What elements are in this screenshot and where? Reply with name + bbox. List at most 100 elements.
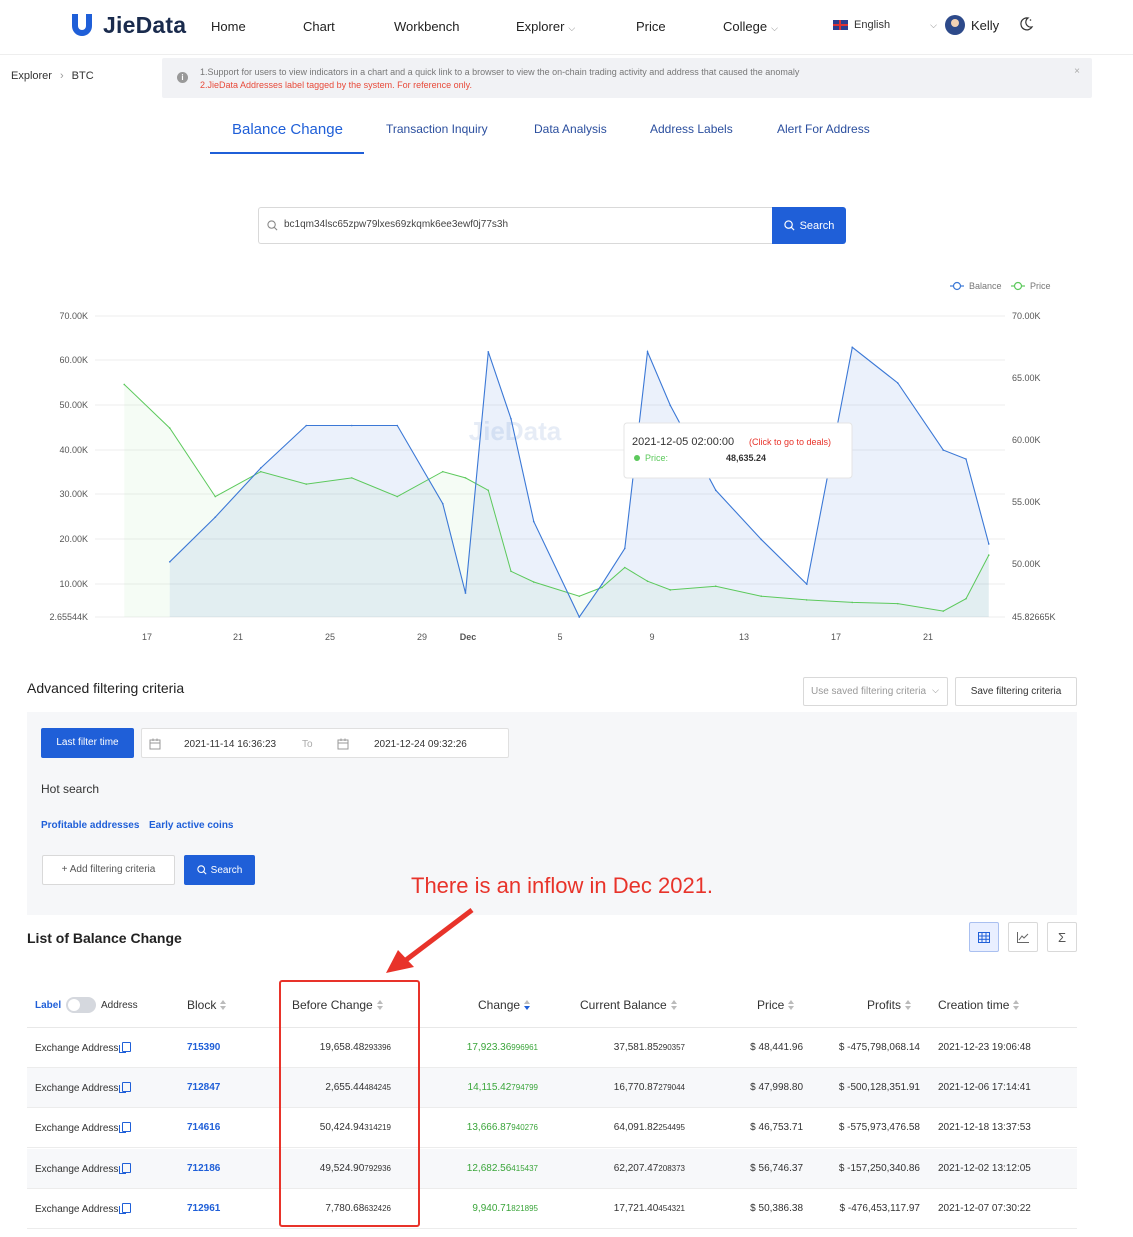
nav-price[interactable]: Price xyxy=(636,19,666,34)
close-icon[interactable]: × xyxy=(1074,66,1080,77)
calendar-icon xyxy=(149,738,161,750)
search-button[interactable]: Search xyxy=(772,207,846,244)
row-label-text: Exchange Address xyxy=(35,1164,119,1175)
tab-balance-change[interactable]: Balance Change xyxy=(232,121,343,138)
copy-icon[interactable] xyxy=(119,1163,132,1174)
saved-filter-placeholder: Use saved filtering criteria xyxy=(811,686,927,697)
row-block-link[interactable]: 714616 xyxy=(187,1122,220,1133)
date-to[interactable]: 2021-12-24 09:32:26 xyxy=(374,739,467,750)
moon-icon[interactable] xyxy=(1018,16,1034,32)
y-right-tick-label: 55.00K xyxy=(1012,497,1041,507)
add-filter-button[interactable]: + Add filtering criteria xyxy=(42,855,175,885)
copy-icon[interactable] xyxy=(119,1042,132,1053)
row-label: Exchange Address xyxy=(35,1042,132,1054)
balance-point xyxy=(532,520,535,523)
price-point xyxy=(510,570,512,573)
label-address-toggle[interactable] xyxy=(66,997,96,1013)
column-change[interactable]: Change xyxy=(478,998,531,1012)
x-tick-label: 21 xyxy=(233,632,243,642)
column-current-balance[interactable]: Current Balance xyxy=(580,998,678,1012)
x-tick-label: 25 xyxy=(325,632,335,642)
y-left-tick-label: 40.00K xyxy=(59,445,88,455)
date-range-picker[interactable]: 2021-11-14 16:36:23 To 2021-12-24 09:32:… xyxy=(141,728,509,758)
y-right-tick-label: 50.00K xyxy=(1012,559,1041,569)
x-tick-label: 9 xyxy=(649,632,654,642)
search-icon xyxy=(267,220,278,231)
balance-point xyxy=(168,561,171,563)
price-point xyxy=(851,601,854,604)
copy-icon[interactable] xyxy=(119,1082,132,1093)
nav-home[interactable]: Home xyxy=(211,19,246,34)
last-filter-time-button[interactable]: Last filter time xyxy=(41,728,134,758)
row-price: $ 50,386.38 xyxy=(750,1203,803,1214)
nav-explorer[interactable]: Explorer ⌵ xyxy=(516,19,575,34)
balance-price-chart[interactable]: 70.00K 60.00K 50.00K 40.00K 30.00K 20.00K 10.0… xyxy=(0,270,1133,650)
tab-address-labels[interactable]: Address Labels xyxy=(650,122,733,136)
column-price[interactable]: Price xyxy=(757,998,795,1012)
row-price: $ 48,441.96 xyxy=(750,1042,803,1053)
nav-chart[interactable]: Chart xyxy=(303,19,335,34)
table-view-button[interactable] xyxy=(969,922,999,952)
price-point xyxy=(623,566,626,569)
balance-point xyxy=(441,502,444,505)
copy-icon[interactable] xyxy=(119,1122,132,1133)
tab-alert-for-address[interactable]: Alert For Address xyxy=(777,122,870,136)
column-profits[interactable]: Profits xyxy=(867,998,912,1012)
row-block-link[interactable]: 712961 xyxy=(187,1203,220,1214)
row-block-link[interactable]: 712186 xyxy=(187,1163,220,1174)
nav-college[interactable]: College ⌵ xyxy=(723,19,778,34)
row-block-link[interactable]: 715390 xyxy=(187,1042,220,1053)
active-tab-indicator xyxy=(210,152,364,154)
hot-link-profitable-addresses[interactable]: Profitable addresses xyxy=(41,820,139,831)
row-change: 9,940.71821895 xyxy=(472,1203,538,1214)
tab-data-analysis[interactable]: Data Analysis xyxy=(534,122,607,136)
nav-workbench[interactable]: Workbench xyxy=(394,19,460,34)
balance-point xyxy=(646,350,649,353)
row-current-balance: 62,207.47208373 xyxy=(614,1163,685,1174)
column-block[interactable]: Block xyxy=(187,998,227,1012)
x-tick-label: 17 xyxy=(142,632,152,642)
row-change: 14,115.42794799 xyxy=(468,1082,538,1093)
nav-college-label: College xyxy=(723,19,768,34)
address-search-input[interactable]: bc1qm34lsc65zpw79lxes69zkqmk6ee3ewf0j77s… xyxy=(258,207,773,244)
row-change-main: 17,923.36 xyxy=(466,1042,512,1053)
user-name: Kelly xyxy=(971,17,1000,33)
chevron-down-icon: ⌵ xyxy=(771,23,778,33)
row-change: 12,682.56415437 xyxy=(467,1163,538,1174)
sum-view-button[interactable]: Σ xyxy=(1047,922,1077,952)
price-point xyxy=(714,585,717,588)
breadcrumb-separator-icon: › xyxy=(59,70,64,82)
copy-icon[interactable] xyxy=(119,1203,132,1214)
notice-banner: i 1.Support for users to view indicators… xyxy=(162,58,1092,98)
table-row: Exchange Address 715390 19,658.48293396 17,… xyxy=(27,1028,1077,1068)
column-creation-time[interactable]: Creation time xyxy=(938,998,1020,1012)
date-from[interactable]: 2021-11-14 16:36:23 xyxy=(184,739,276,750)
annotation-highlight-box xyxy=(279,980,420,1227)
logo-icon xyxy=(72,14,92,36)
balance-point xyxy=(350,424,353,427)
chart-view-button[interactable] xyxy=(1008,922,1038,952)
user-menu[interactable]: Kelly xyxy=(945,15,999,35)
tooltip-price-dot xyxy=(634,455,640,461)
price-point xyxy=(532,581,535,583)
balance-point xyxy=(896,382,899,384)
breadcrumb-explorer[interactable]: Explorer xyxy=(11,70,52,82)
balance-point xyxy=(259,467,262,469)
saved-filter-select[interactable]: Use saved filtering criteria ⌵ xyxy=(803,677,948,706)
price-point xyxy=(259,470,262,473)
save-filter-button[interactable]: Save filtering criteria xyxy=(955,677,1077,706)
column-block-label: Block xyxy=(187,998,217,1012)
balance-point xyxy=(987,543,990,545)
hot-link-early-active-coins[interactable]: Early active coins xyxy=(149,820,234,831)
search-icon xyxy=(783,220,795,231)
row-block-link[interactable]: 712847 xyxy=(187,1082,220,1093)
row-profits: $ -500,128,351.91 xyxy=(838,1082,920,1093)
filter-search-button[interactable]: Search xyxy=(184,855,255,885)
tab-transaction-inquiry[interactable]: Transaction Inquiry xyxy=(386,122,488,136)
jiedata-logo[interactable]: JieData xyxy=(68,11,186,39)
y-right-tick-label: 60.00K xyxy=(1012,435,1041,445)
column-created-label: Creation time xyxy=(938,998,1010,1012)
table-row: Exchange Address 714616 50,424.94314219 13,… xyxy=(27,1108,1077,1148)
language-selector[interactable]: English ⌵ xyxy=(833,19,937,31)
calendar-icon xyxy=(337,738,349,750)
